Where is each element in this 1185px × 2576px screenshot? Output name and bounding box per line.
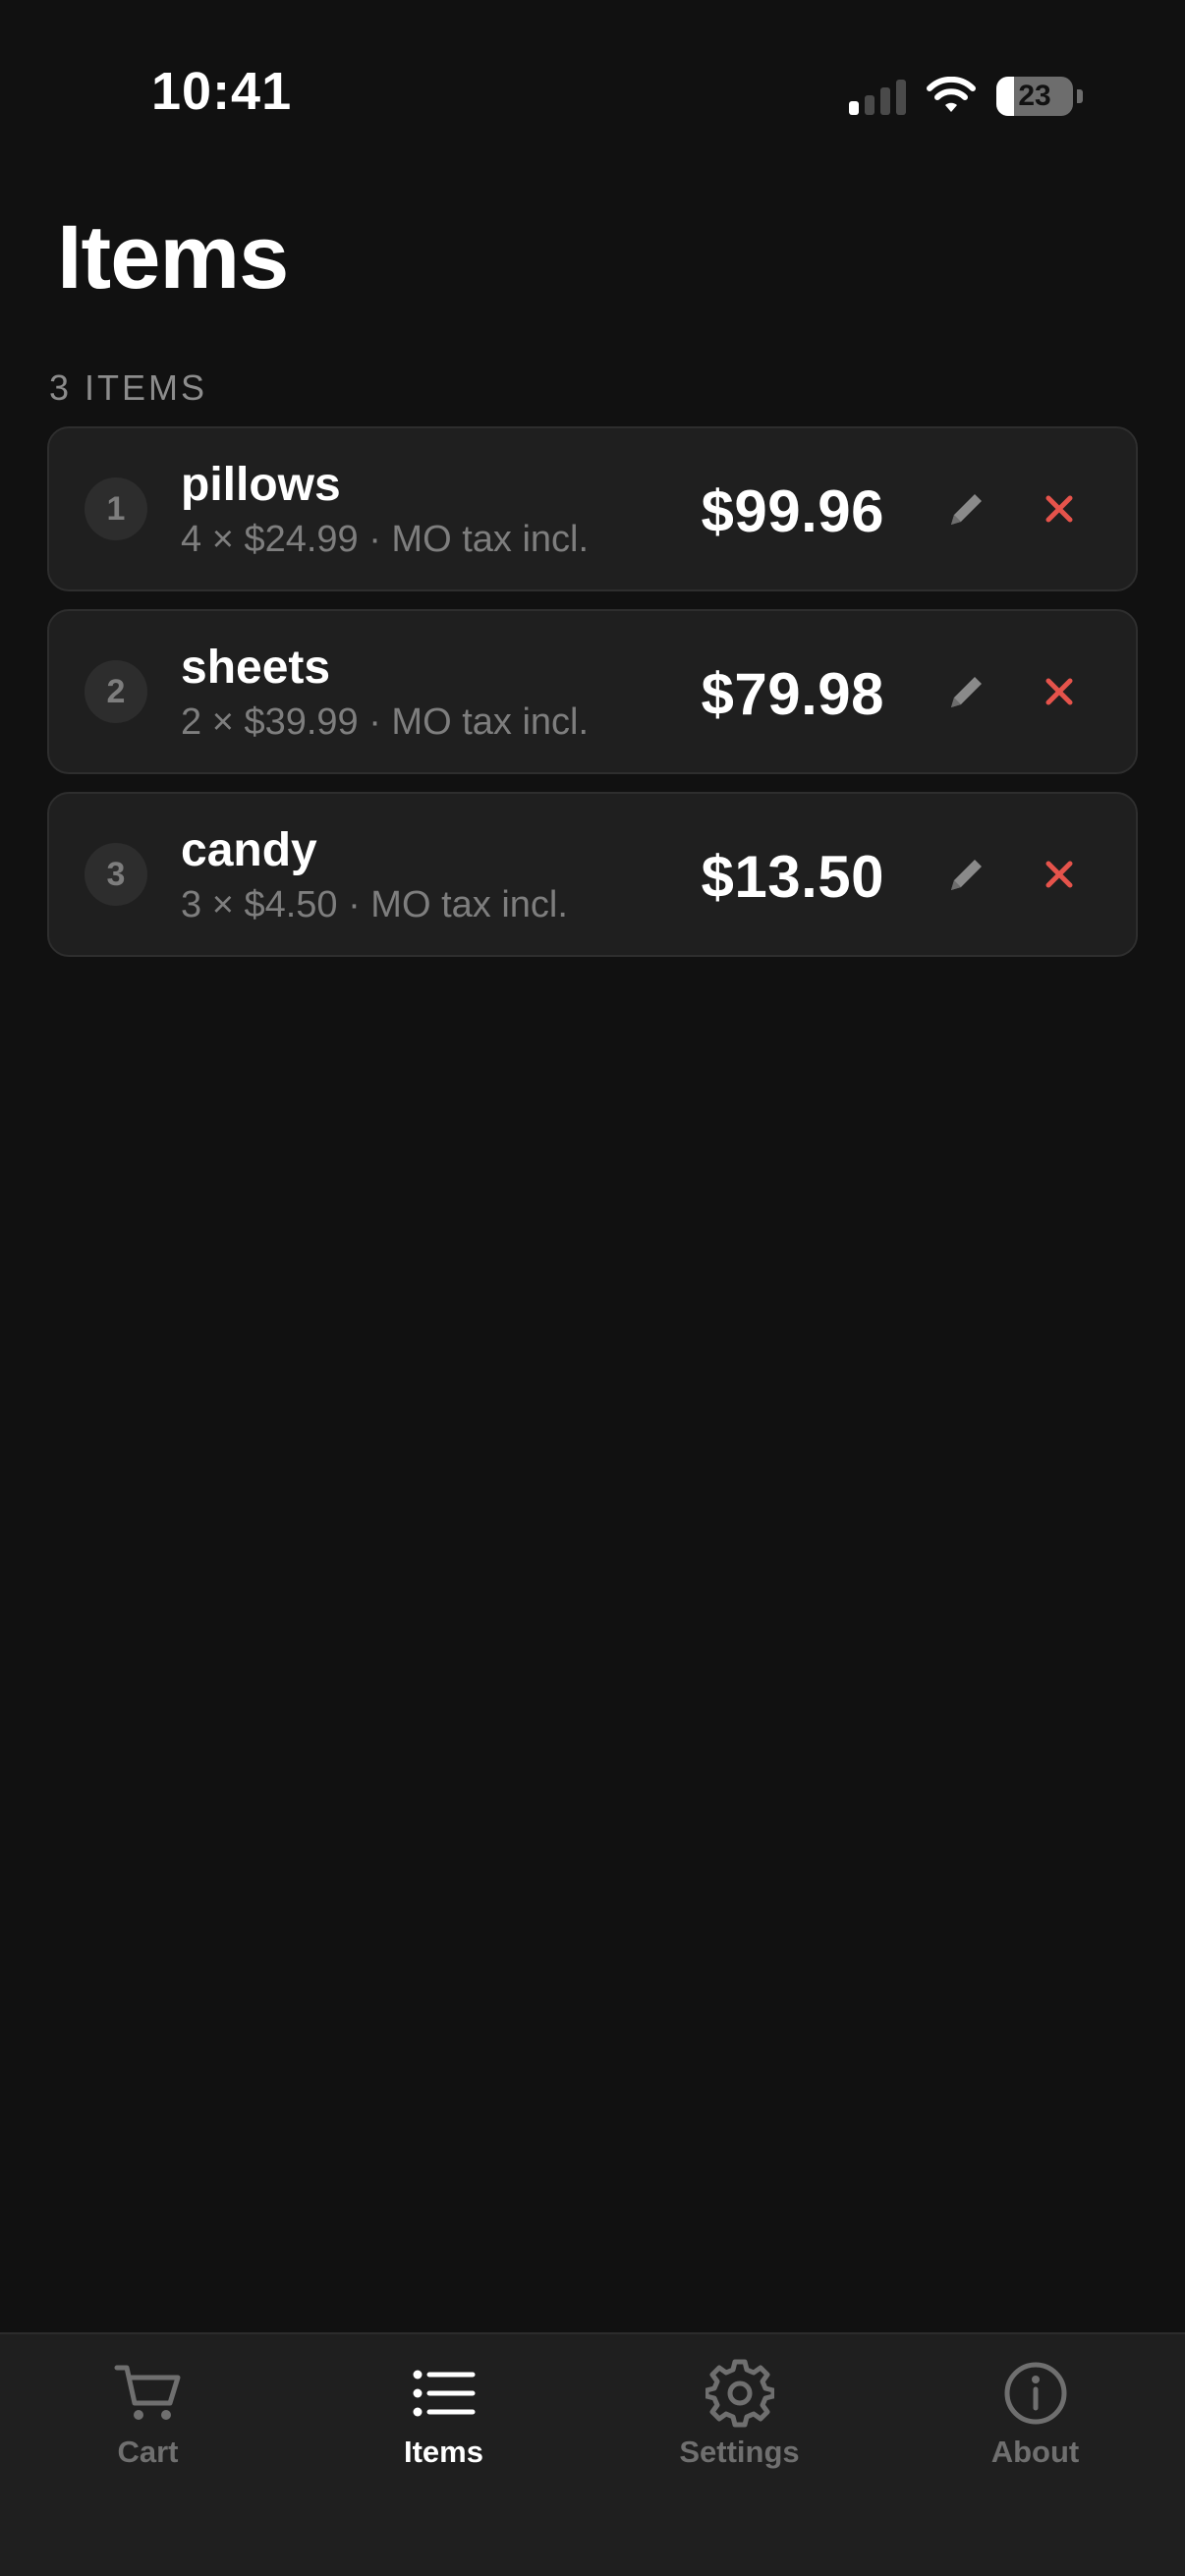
item-index-badge: 1 [85,477,147,540]
delete-button[interactable] [1034,483,1085,534]
status-icons: 23 [849,75,1083,118]
item-price: $79.98 [701,661,884,727]
edit-button[interactable] [941,849,992,900]
item-name: candy [181,824,317,876]
close-icon [1045,678,1073,705]
item-detail: 2 × $39.99 · MO tax incl. [181,701,590,743]
item-price: $13.50 [701,844,884,910]
item-index-badge: 3 [85,843,147,906]
tab-cart[interactable]: Cart [0,2334,296,2482]
item-detail: 4 × $24.99 · MO tax incl. [181,519,590,560]
edit-button[interactable] [941,666,992,717]
close-icon [1045,495,1073,523]
battery-icon: 23 [996,77,1073,116]
tab-label: Items [404,2435,483,2469]
item-count-header: 3 ITEMS [49,367,208,408]
tab-settings[interactable]: Settings [592,2334,887,2482]
wifi-icon [927,77,976,112]
status-bar: 10:41 23 [0,0,1185,147]
delete-button[interactable] [1034,849,1085,900]
tab-items[interactable]: Items [296,2334,592,2482]
pencil-icon [951,860,982,890]
gear-icon [705,2359,774,2428]
list-item[interactable]: 2 sheets 2 × $39.99 · MO tax incl. $79.9… [47,609,1138,774]
cellular-signal-icon [849,78,906,115]
delete-button[interactable] [1034,666,1085,717]
tab-about[interactable]: About [887,2334,1183,2482]
item-name: sheets [181,642,331,694]
item-index-badge: 2 [85,660,147,723]
close-icon [1045,861,1073,888]
item-name: pillows [181,459,341,511]
item-detail: 3 × $4.50 · MO tax incl. [181,884,568,925]
item-price: $99.96 [701,478,884,544]
tab-label: About [990,2435,1080,2469]
tab-label: Settings [679,2435,800,2469]
status-time: 10:41 [151,62,293,121]
pencil-icon [951,494,982,525]
tab-label: Cart [117,2435,179,2469]
pencil-icon [951,677,982,707]
list-item[interactable]: 3 candy 3 × $4.50 · MO tax incl. $13.50 [47,792,1138,957]
battery-cap [1077,89,1083,103]
battery-level: 23 [1018,80,1051,112]
page-title: Items [57,207,289,308]
edit-button[interactable] [941,483,992,534]
cart-icon [114,2365,180,2420]
list-item[interactable]: 1 pillows 4 × $24.99 · MO tax incl. $99.… [47,426,1138,591]
tab-bar: Cart Items Settings About [0,2332,1185,2576]
list-icon [413,2370,475,2417]
info-icon [1004,2362,1066,2425]
